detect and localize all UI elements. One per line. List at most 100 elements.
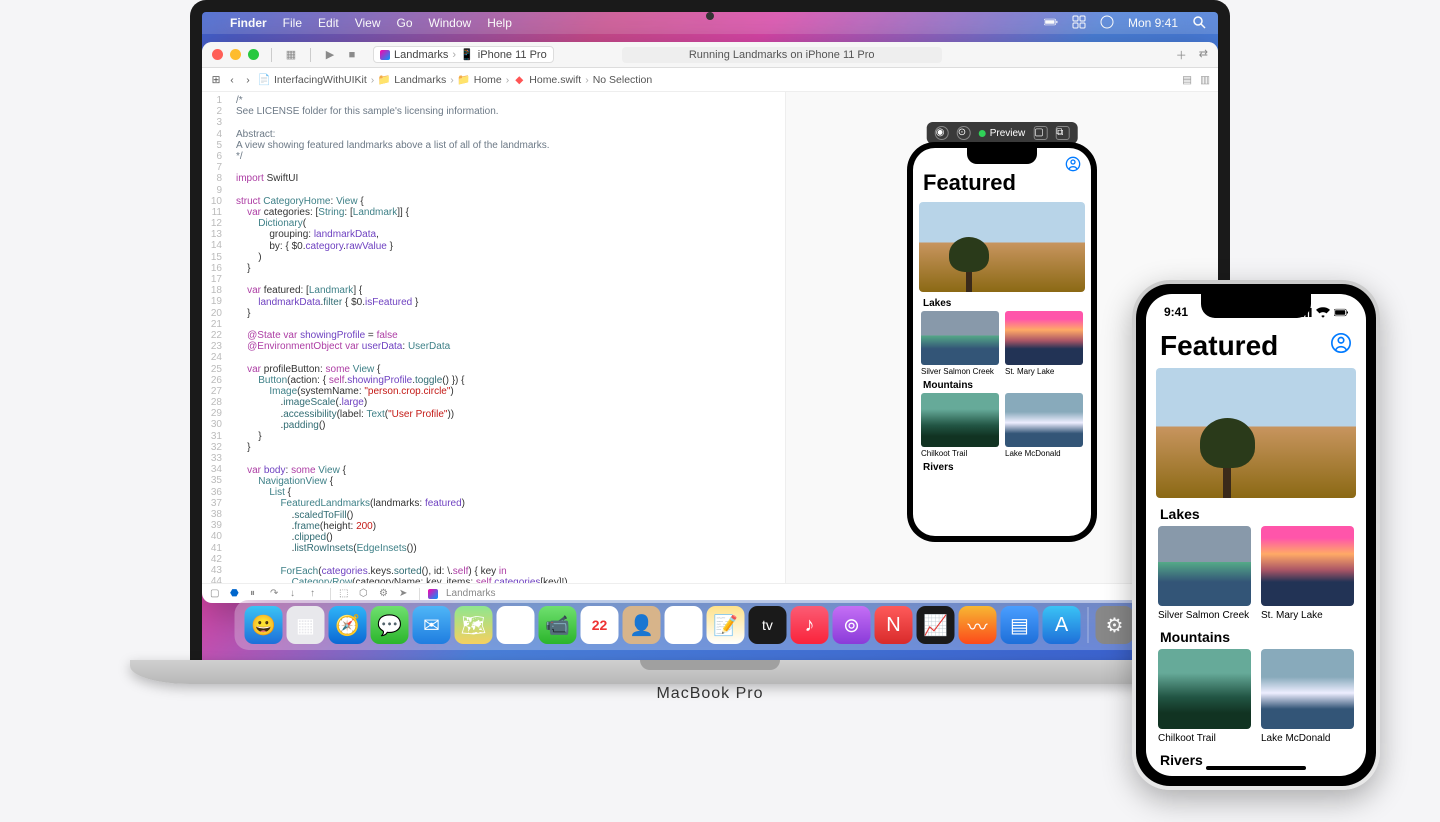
category-label: Rivers [913,458,1091,475]
window-minimize-button[interactable] [230,49,241,60]
clock[interactable]: Mon 9:41 [1128,16,1178,30]
duplicate-preview-icon[interactable]: ⧉ [1055,126,1069,140]
dock-app-photos[interactable]: ❋ [497,606,535,644]
home-indicator[interactable] [1206,766,1306,770]
menu-go[interactable]: Go [397,16,413,30]
dock-app-keynote[interactable]: ▤ [1001,606,1039,644]
related-items-icon[interactable]: ⊞ [210,74,222,86]
nav-forward-icon[interactable]: › [242,74,254,86]
dock-app-voicememos[interactable]: 〰 [959,606,997,644]
control-center-icon[interactable] [1072,15,1086,32]
dock-app-appstore[interactable]: A [1043,606,1081,644]
landmark-name: Silver Salmon Creek [1158,606,1251,621]
landmark-name: Lake McDonald [1005,447,1083,458]
dock-app-reminders[interactable]: ☑ [665,606,703,644]
siri-icon[interactable] [1100,15,1114,32]
hide-debug-icon[interactable]: ▢ [210,588,222,599]
window-close-button[interactable] [212,49,223,60]
profile-icon[interactable] [1330,332,1352,359]
editor-layout-icon[interactable]: ▤ [1182,74,1192,86]
landmark-card[interactable]: St. Mary Lake [1261,526,1354,621]
step-out-icon[interactable]: ↑ [310,588,322,599]
dock-app-launchpad[interactable]: ▦ [287,606,325,644]
step-into-icon[interactable]: ↓ [290,588,302,599]
canvas-toolbar: ◉ ⊙ Preview ▢ ⧉ [927,122,1078,144]
dock-app-stocks[interactable]: 📈 [917,606,955,644]
breakpoints-icon[interactable]: ⬣ [230,588,242,599]
environment-icon[interactable]: ⚙ [379,588,391,599]
landmark-image [1005,311,1083,365]
library-add-icon[interactable]: ＋ [1176,47,1187,63]
menu-window[interactable]: Window [429,16,472,30]
sidebar-toggle-icon[interactable]: ▦ [284,48,298,61]
dock-app-finder[interactable]: 😀 [245,606,283,644]
menu-edit[interactable]: Edit [318,16,339,30]
iphone-device: 9:41 Featured LakesSilver Salmon CreekSt… [1132,280,1380,790]
spotlight-icon[interactable] [1192,15,1206,32]
scheme-selector[interactable]: Landmarks › 📱 iPhone 11 Pro [373,46,554,63]
menu-file[interactable]: File [283,16,302,30]
dock-app-tv[interactable]: tv [749,606,787,644]
landmark-image [1261,649,1354,729]
landmark-card[interactable]: Silver Salmon Creek [921,311,999,376]
dock-app-podcasts[interactable]: ⊚ [833,606,871,644]
preview-settings-icon[interactable]: ⊙ [957,126,971,140]
profile-icon[interactable] [1065,156,1081,177]
dock-app-calendar[interactable]: 22 [581,606,619,644]
landmark-image [1261,526,1354,606]
featured-image[interactable] [919,202,1085,292]
memory-graph-icon[interactable]: ⬡ [359,588,371,599]
code-editor[interactable]: 1234567891011121314151617181920212223242… [202,92,786,583]
code-review-icon[interactable]: ⇄ [1199,47,1208,63]
dock-app-facetime[interactable]: 📹 [539,606,577,644]
debug-view-icon[interactable]: ⬚ [339,588,351,599]
code-content[interactable]: /*See LICENSE folder for this sample's l… [228,92,785,583]
menu-help[interactable]: Help [487,16,512,30]
dock-app-messages[interactable]: 💬 [371,606,409,644]
breadcrumb-item[interactable]: Home.swift [529,74,581,86]
step-over-icon[interactable]: ↷ [270,588,282,599]
breadcrumb-item[interactable]: Home [474,74,502,86]
device-settings-icon[interactable]: ▢ [1033,126,1047,140]
dock-app-news[interactable]: N [875,606,913,644]
process-name[interactable]: Landmarks [446,588,495,599]
breadcrumb-item[interactable]: InterfacingWithUIKit [274,74,367,86]
dock-app-contacts[interactable]: 👤 [623,606,661,644]
inspector-toggle-icon[interactable]: ▥ [1200,74,1210,86]
breadcrumb-item[interactable]: No Selection [593,74,653,86]
landmark-image [1158,526,1251,606]
dock-app-settings[interactable]: ⚙ [1096,606,1134,644]
landmark-name: Lake McDonald [1261,729,1354,744]
app-title: Featured [1160,330,1352,362]
landmark-card[interactable]: Lake McDonald [1261,649,1354,744]
device-notch [967,148,1037,164]
landmark-card[interactable]: Chilkoot Trail [1158,649,1251,744]
jump-bar[interactable]: ⊞ ‹ › 📄InterfacingWithUIKit› 📁Landmarks›… [202,68,1218,92]
landmark-card[interactable]: Silver Salmon Creek [1158,526,1251,621]
landmark-card[interactable]: Chilkoot Trail [921,393,999,458]
featured-image[interactable] [1156,368,1356,498]
dock-app-music[interactable]: ♪ [791,606,829,644]
dock-app-safari[interactable]: 🧭 [329,606,367,644]
landmark-card[interactable]: St. Mary Lake [1005,311,1083,376]
activity-status: Running Landmarks on iPhone 11 Pro [622,47,942,63]
battery-icon[interactable] [1044,15,1058,32]
menu-view[interactable]: View [355,16,381,30]
run-button[interactable]: ▶ [323,48,337,61]
pause-icon[interactable]: ⏸ [250,588,262,599]
landmark-card[interactable]: Lake McDonald [1005,393,1083,458]
breadcrumb-item[interactable]: Landmarks [394,74,446,86]
app-icon [380,50,390,60]
preview-app-screen[interactable]: Featured LakesSilver Salmon CreekSt. Mar… [913,148,1091,536]
dock-app-notes[interactable]: 📝 [707,606,745,644]
dock-app-maps[interactable]: 🗺 [455,606,493,644]
iphone-app-screen[interactable]: 9:41 Featured LakesSilver Salmon CreekSt… [1146,294,1366,776]
app-menu[interactable]: Finder [230,16,267,30]
nav-back-icon[interactable]: ‹ [226,74,238,86]
live-preview-icon[interactable]: ◉ [935,126,949,140]
location-icon[interactable]: ➤ [399,588,411,599]
dock-app-mail[interactable]: ✉ [413,606,451,644]
stop-button[interactable]: ■ [345,49,359,61]
status-time: 9:41 [1164,305,1188,319]
window-zoom-button[interactable] [248,49,259,60]
